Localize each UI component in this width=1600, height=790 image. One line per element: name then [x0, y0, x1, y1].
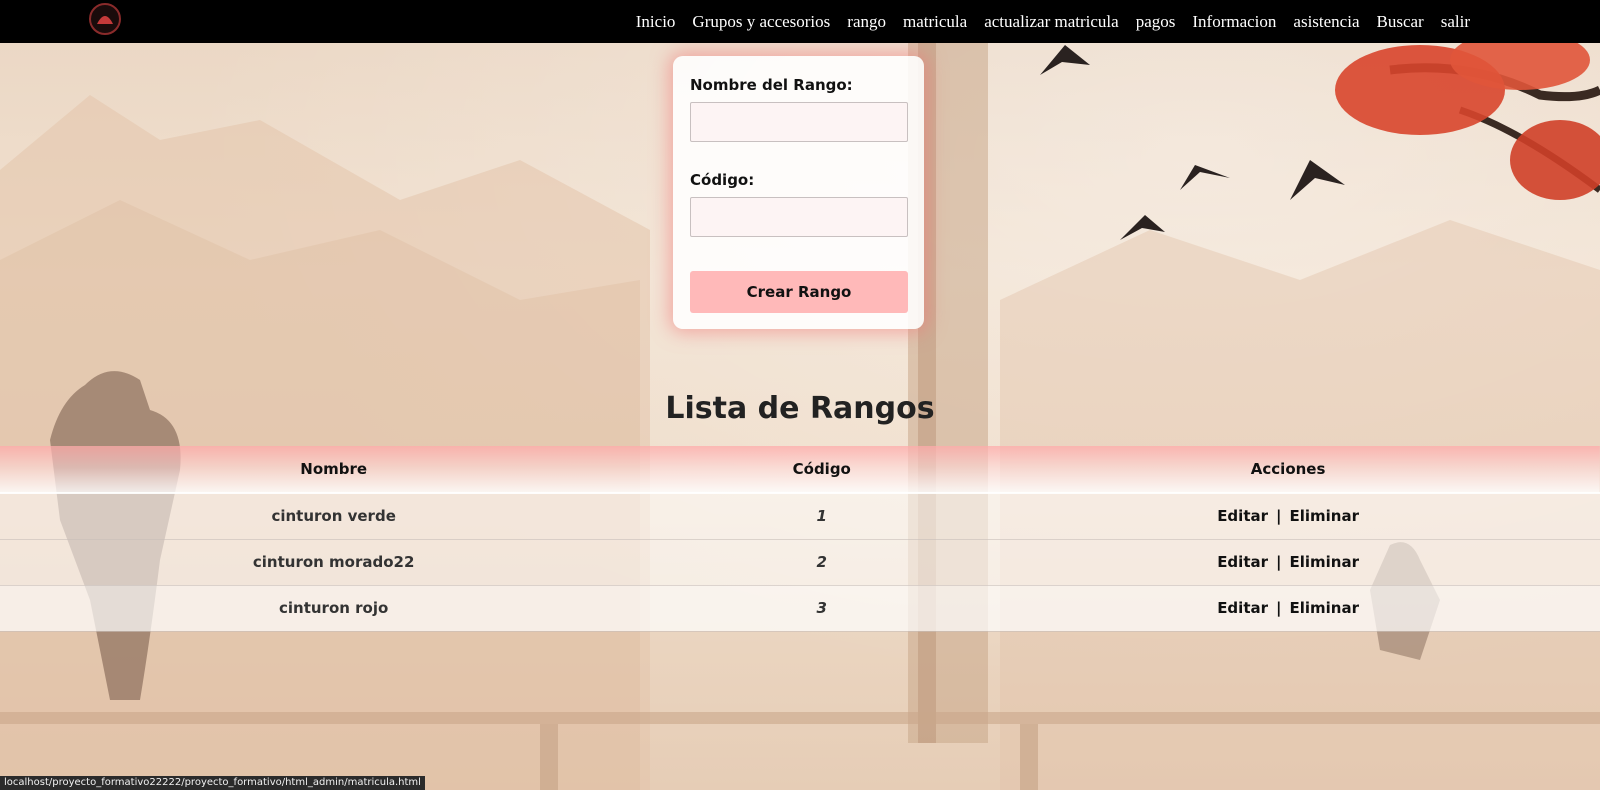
cell-codigo: 2 — [816, 553, 827, 571]
cell-acciones: Editar | Eliminar — [976, 539, 1600, 585]
rank-table-header: Nombre Código Acciones — [0, 446, 1600, 494]
create-rank-form: Nombre del Rango: Código: Crear Rango — [673, 56, 924, 329]
cell-acciones: Editar | Eliminar — [976, 493, 1600, 539]
edit-link[interactable]: Editar — [1217, 507, 1268, 525]
nav-grupos-accesorios[interactable]: Grupos y accesorios — [692, 12, 830, 32]
nav-pagos[interactable]: pagos — [1136, 12, 1176, 32]
nav-actualizar-matricula[interactable]: actualizar matricula — [984, 12, 1119, 32]
delete-link[interactable]: Eliminar — [1290, 553, 1360, 571]
main-nav: Inicio Grupos y accesorios rango matricu… — [636, 0, 1470, 43]
header-codigo: Código — [667, 446, 977, 494]
cell-nombre: cinturon morado22 — [252, 553, 415, 571]
cell-codigo: 3 — [816, 599, 827, 617]
nav-asistencia[interactable]: asistencia — [1293, 12, 1359, 32]
status-bar-url: localhost/proyecto_formativo22222/proyec… — [0, 776, 425, 790]
table-row: cinturon rojo 3 Editar | Eliminar — [0, 585, 1600, 631]
rank-name-label: Nombre del Rango: — [690, 76, 853, 94]
dojo-logo-icon[interactable] — [89, 3, 121, 35]
logo-emblem-icon — [97, 16, 113, 24]
cell-acciones: Editar | Eliminar — [976, 585, 1600, 631]
edit-link[interactable]: Editar — [1217, 599, 1268, 617]
nav-salir[interactable]: salir — [1441, 12, 1470, 32]
rank-list-title: Lista de Rangos — [665, 391, 935, 426]
action-separator: | — [1276, 553, 1282, 571]
nav-inicio[interactable]: Inicio — [636, 12, 676, 32]
header-acciones: Acciones — [976, 446, 1600, 494]
nav-buscar[interactable]: Buscar — [1377, 12, 1424, 32]
header-nombre: Nombre — [0, 446, 668, 494]
nav-rango[interactable]: rango — [847, 12, 886, 32]
action-separator: | — [1276, 599, 1282, 617]
cell-codigo: 1 — [816, 507, 827, 526]
nav-matricula[interactable]: matricula — [903, 12, 967, 32]
edit-link[interactable]: Editar — [1217, 553, 1268, 571]
delete-link[interactable]: Eliminar — [1290, 599, 1360, 617]
action-separator: | — [1276, 507, 1282, 526]
top-navbar: Inicio Grupos y accesorios rango matricu… — [0, 0, 1600, 43]
table-row: cinturon morado22 2 Editar | Eliminar — [0, 539, 1600, 585]
rank-name-input[interactable] — [690, 102, 908, 142]
rank-code-input[interactable] — [690, 197, 908, 237]
rank-table-body: cinturon verde 1 Editar | Eliminar cinturo… — [0, 493, 1600, 631]
nav-informacion[interactable]: Informacion — [1192, 12, 1276, 32]
delete-link[interactable]: Eliminar — [1290, 507, 1360, 525]
cell-nombre: cinturon verde — [271, 507, 396, 526]
create-rank-button[interactable]: Crear Rango — [690, 271, 908, 313]
rank-code-label: Código: — [690, 171, 755, 189]
table-row: cinturon verde 1 Editar | Eliminar — [0, 493, 1600, 539]
rank-table-container: Nombre Código Acciones cinturon verde 1 … — [0, 446, 1600, 632]
rank-table: Nombre Código Acciones cinturon verde 1 … — [0, 446, 1600, 632]
cell-nombre: cinturon rojo — [279, 599, 389, 617]
table-header-row: Nombre Código Acciones — [0, 446, 1600, 494]
